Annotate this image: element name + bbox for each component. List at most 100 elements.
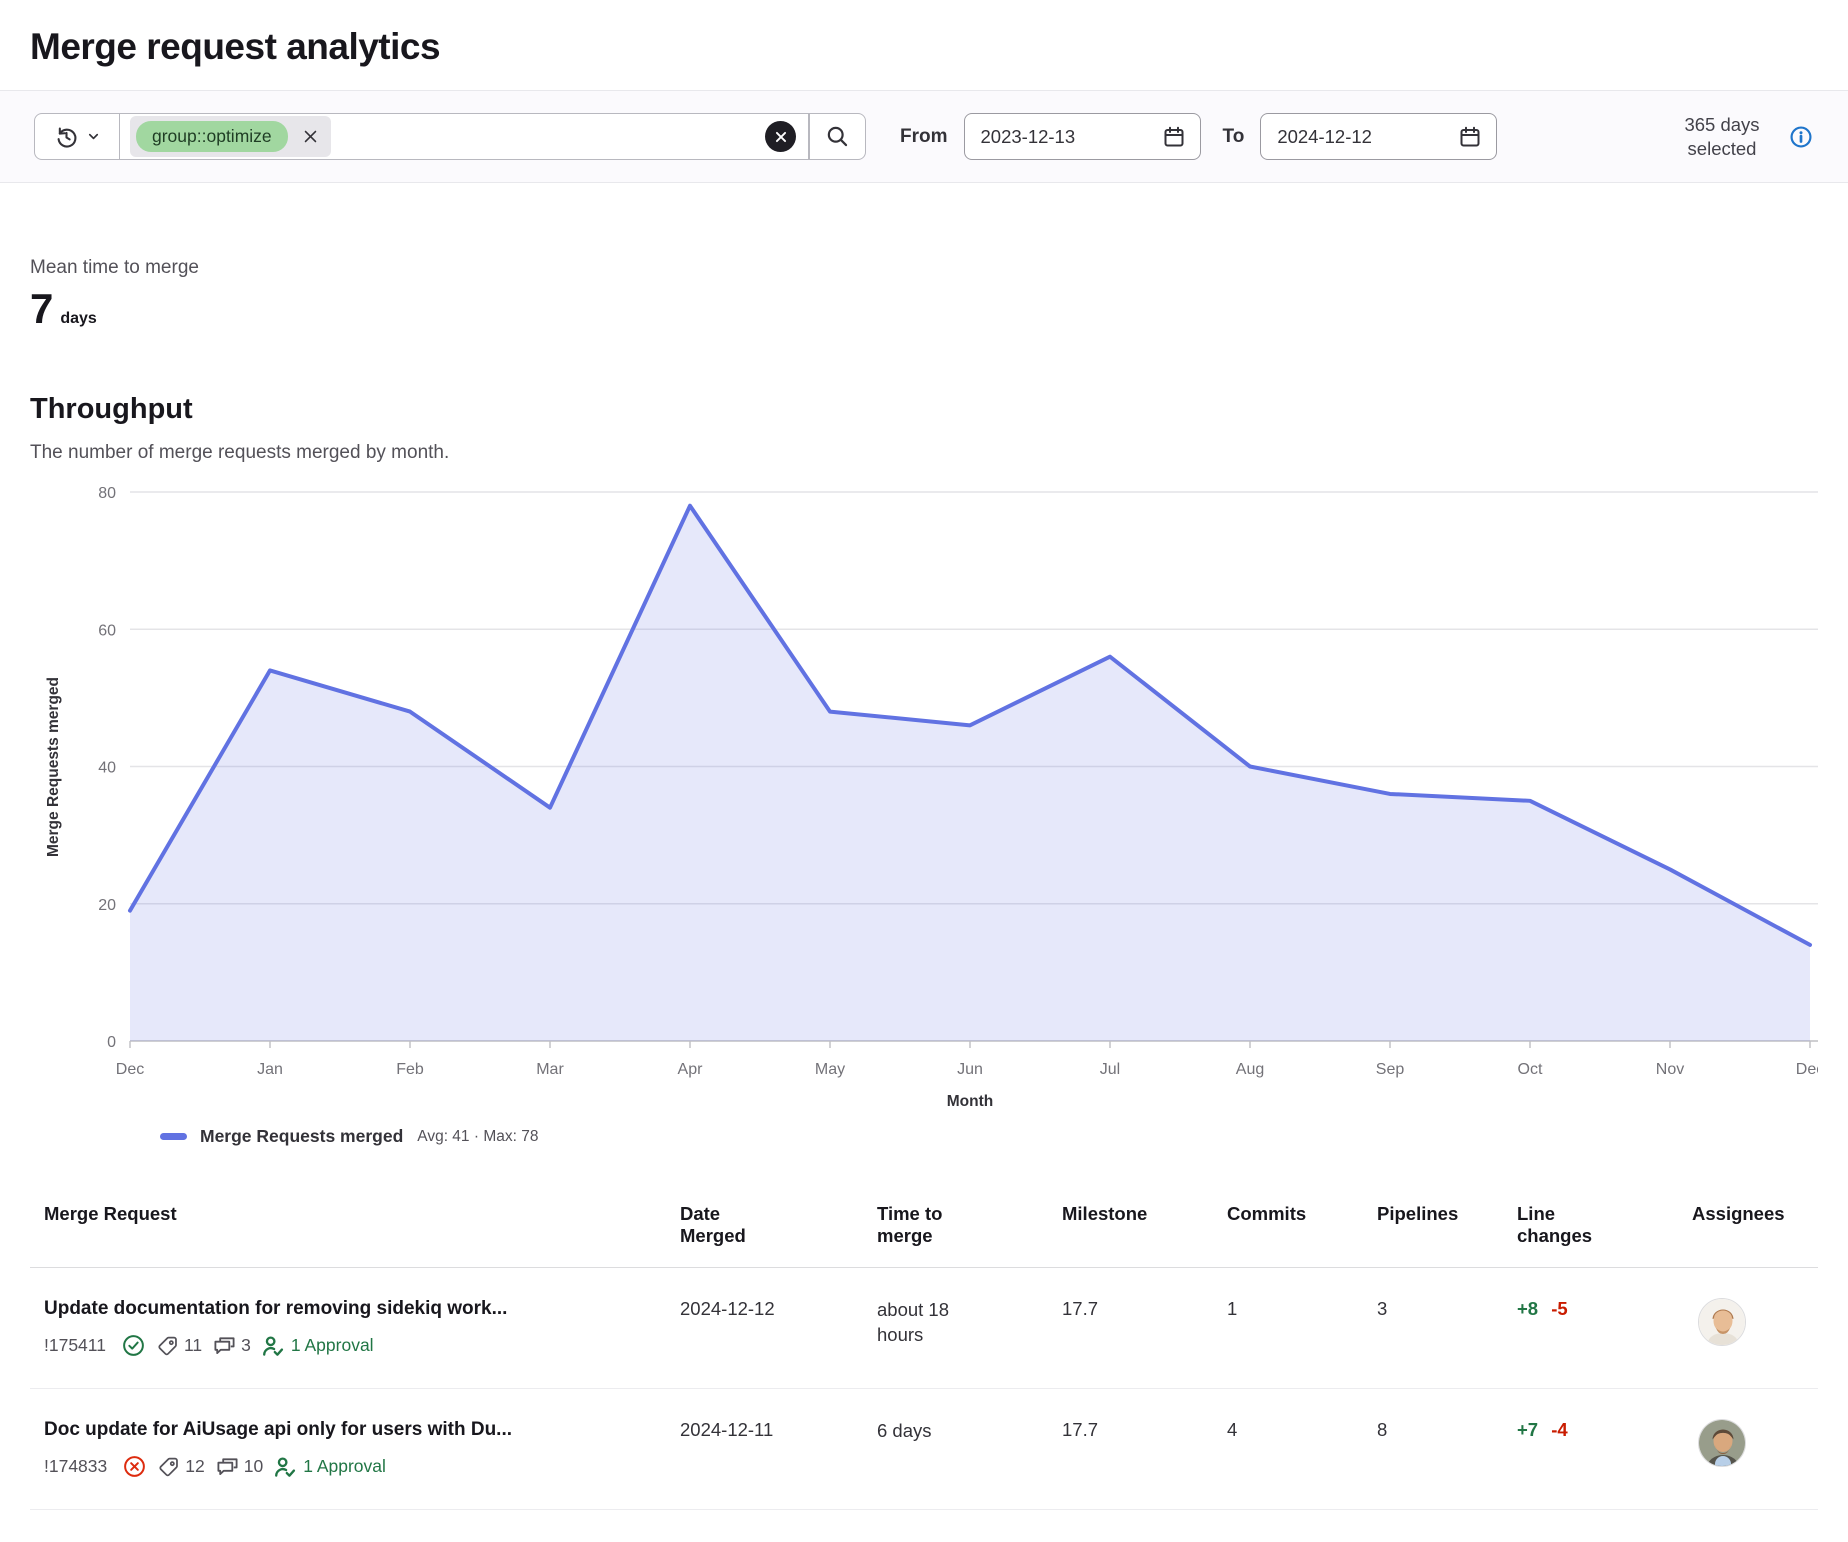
col-header-merge-request: Merge Request — [30, 1203, 666, 1247]
filter-token-value[interactable]: group::optimize — [136, 121, 288, 152]
from-label: From — [900, 126, 948, 148]
table-header-row: Merge Request Date Merged Time to merge … — [30, 1193, 1818, 1268]
days-selected: 365 days selected — [1666, 113, 1814, 159]
assignees-cell — [1678, 1419, 1818, 1479]
merge-request-id: !175411 — [44, 1335, 106, 1356]
svg-text:0: 0 — [107, 1034, 116, 1051]
legend-series-name: Merge Requests merged — [200, 1126, 403, 1147]
filter-token: group::optimize — [130, 116, 331, 157]
additions: +8 — [1517, 1298, 1538, 1319]
deletions: -5 — [1551, 1298, 1567, 1319]
search-input[interactable]: group::optimize — [120, 113, 809, 160]
line-changes-cell: +7 -4 — [1503, 1419, 1678, 1479]
additions: +7 — [1517, 1419, 1538, 1440]
commits-cell: 1 — [1213, 1298, 1363, 1358]
from-date-input[interactable]: 2023-12-13 — [964, 113, 1201, 160]
svg-text:Jun: Jun — [957, 1061, 983, 1078]
clear-icon — [774, 130, 788, 144]
assignee-avatar[interactable] — [1698, 1298, 1746, 1346]
svg-text:40: 40 — [98, 760, 116, 777]
metric-label: Mean time to merge — [30, 257, 1818, 279]
comments-icon — [216, 1455, 239, 1478]
svg-text:Jul: Jul — [1100, 1061, 1120, 1078]
svg-text:20: 20 — [98, 897, 116, 914]
date-merged-cell: 2024-12-12 — [666, 1298, 863, 1358]
col-header-assignees: Assignees — [1678, 1203, 1818, 1247]
calendar-icon — [1458, 125, 1482, 149]
search-icon — [825, 124, 850, 149]
filtered-search: group::optimize — [34, 113, 866, 160]
svg-text:Apr: Apr — [678, 1061, 704, 1078]
throughput-title: Throughput — [30, 393, 1818, 426]
table-row: Update documentation for removing sideki… — [30, 1268, 1818, 1389]
svg-text:60: 60 — [98, 622, 116, 639]
token-close-icon[interactable] — [302, 128, 319, 145]
svg-text:Aug: Aug — [1236, 1061, 1264, 1078]
col-header-line-changes: Line changes — [1503, 1203, 1678, 1247]
metric-unit: days — [60, 310, 96, 328]
y-axis-title: Merge Requests merged — [45, 677, 62, 857]
pipelines-cell: 8 — [1363, 1419, 1503, 1479]
comments-count: 3 — [213, 1334, 251, 1357]
time-to-merge-cell: 6 days — [863, 1419, 1048, 1479]
to-date-input[interactable]: 2024-12-12 — [1260, 113, 1497, 160]
merge-request-cell: Update documentation for removing sideki… — [30, 1298, 666, 1358]
milestone-cell: 17.7 — [1048, 1298, 1213, 1358]
throughput-section: Throughput The number of merge requests … — [0, 333, 1848, 464]
legend-series-marker — [160, 1133, 187, 1140]
merge-request-cell: Doc update for AiUsage api only for user… — [30, 1419, 666, 1479]
line-changes-cell: +8 -5 — [1503, 1298, 1678, 1358]
throughput-chart-container: Merge Requests merged Month 0 20 40 60 80 Dec… — [0, 464, 1848, 1147]
history-icon — [54, 124, 79, 149]
filter-bar: group::optimize — [0, 90, 1848, 183]
throughput-subtitle: The number of merge requests merged by m… — [30, 442, 1818, 464]
date-merged-cell: 2024-12-11 — [666, 1419, 863, 1479]
col-header-milestone: Milestone — [1048, 1203, 1213, 1247]
comments-icon — [213, 1334, 236, 1357]
col-header-time-to-merge: Time to merge — [863, 1203, 1048, 1247]
svg-text:Sep: Sep — [1376, 1061, 1405, 1078]
to-date-value: 2024-12-12 — [1277, 126, 1372, 148]
pipelines-cell: 3 — [1363, 1298, 1503, 1358]
svg-text:May: May — [815, 1061, 845, 1078]
merge-request-link[interactable]: Update documentation for removing sideki… — [44, 1298, 666, 1320]
svg-text:80: 80 — [98, 485, 116, 502]
to-label: To — [1223, 126, 1245, 148]
labels-count: 12 — [158, 1456, 204, 1478]
clear-search-button[interactable] — [765, 121, 796, 152]
time-to-merge-cell: about 18 hours — [863, 1298, 1048, 1358]
svg-text:Mar: Mar — [536, 1061, 564, 1078]
days-selected-text: 365 days selected — [1666, 113, 1778, 159]
status-success-icon — [121, 1333, 146, 1358]
table-row: Doc update for AiUsage api only for user… — [30, 1389, 1818, 1510]
approval-icon — [262, 1335, 284, 1357]
chevron-down-icon — [86, 129, 101, 144]
merge-request-id: !174833 — [44, 1456, 107, 1477]
chart-legend: Merge Requests merged Avg: 41 · Max: 78 — [160, 1126, 1818, 1147]
merge-request-table: Merge Request Date Merged Time to merge … — [30, 1193, 1818, 1510]
assignee-avatar[interactable] — [1698, 1419, 1746, 1467]
metric-value: 7 — [30, 285, 53, 333]
svg-text:Oct: Oct — [1518, 1061, 1543, 1078]
commits-cell: 4 — [1213, 1419, 1363, 1479]
page-title: Merge request analytics — [30, 26, 1818, 68]
col-header-date-merged: Date Merged — [666, 1203, 863, 1247]
mean-time-to-merge-metric: Mean time to merge 7 days — [0, 183, 1848, 333]
deletions: -4 — [1551, 1419, 1567, 1440]
search-submit-button[interactable] — [809, 113, 866, 160]
comments-count: 10 — [216, 1455, 263, 1478]
throughput-chart: Merge Requests merged Month 0 20 40 60 80 Dec… — [30, 472, 1818, 1124]
label-icon — [158, 1456, 180, 1478]
legend-series-stats: Avg: 41 · Max: 78 — [417, 1128, 538, 1146]
merge-request-link[interactable]: Doc update for AiUsage api only for user… — [44, 1419, 666, 1441]
info-icon[interactable] — [1788, 124, 1814, 150]
approval-icon — [274, 1456, 296, 1478]
svg-text:Jan: Jan — [257, 1061, 283, 1078]
search-history-button[interactable] — [34, 113, 120, 160]
svg-text:Dec: Dec — [1796, 1061, 1818, 1078]
x-axis-title: Month — [947, 1093, 993, 1110]
from-date-value: 2023-12-13 — [981, 126, 1076, 148]
assignees-cell — [1678, 1298, 1818, 1358]
svg-text:Feb: Feb — [396, 1061, 424, 1078]
svg-text:Dec: Dec — [116, 1061, 144, 1078]
